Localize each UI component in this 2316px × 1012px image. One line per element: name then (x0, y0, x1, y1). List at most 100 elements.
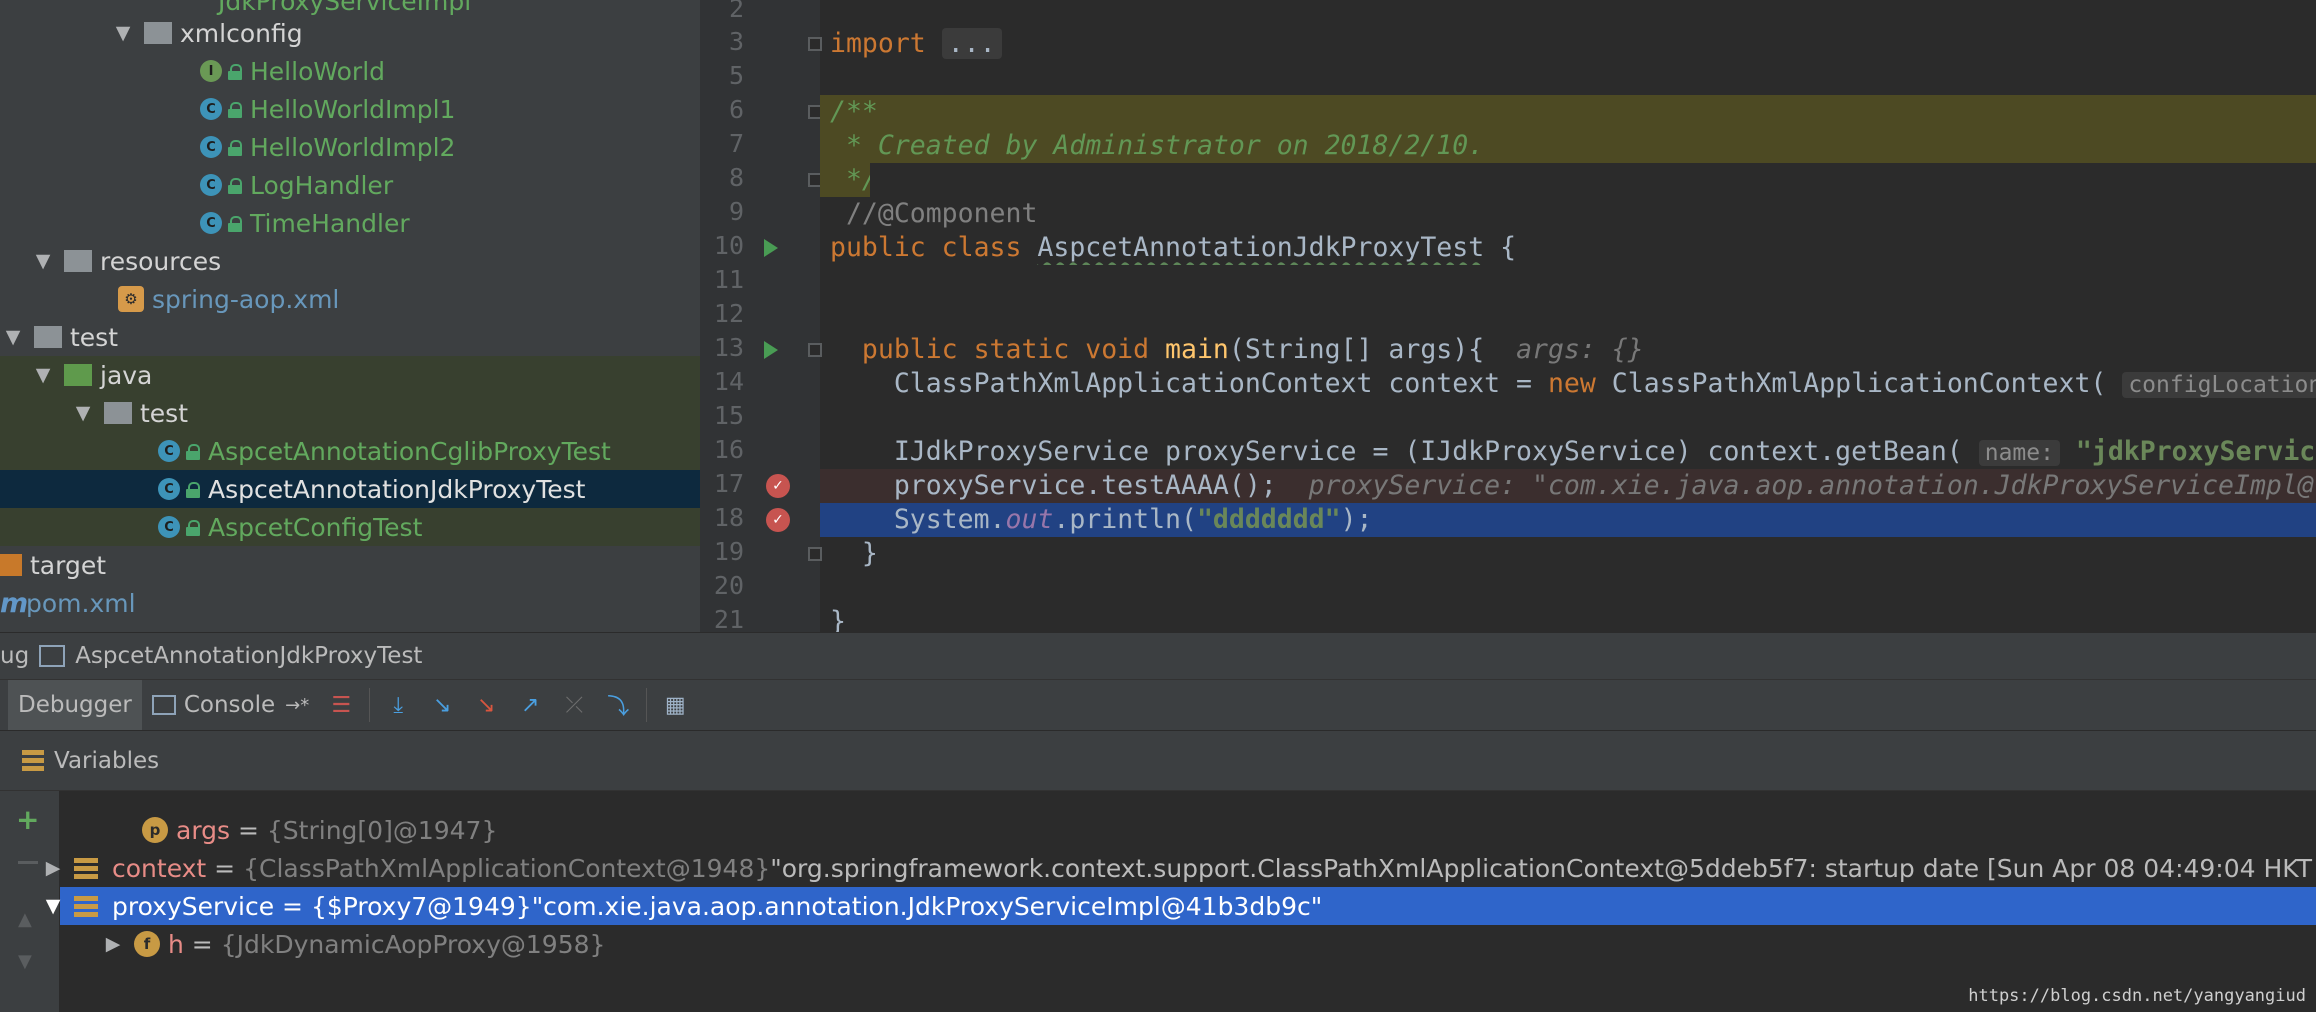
tree-folder-java[interactable]: ▼ java (0, 356, 700, 394)
code-line-breakpoint[interactable]: proxyService.testAAAA(); proxyService: "… (820, 469, 2316, 503)
code-line[interactable]: public class AspcetAnnotationJdkProxyTes… (820, 231, 2316, 265)
code-line[interactable]: */ (820, 163, 870, 197)
tree-item-label: AspcetAnnotationCglibProxyTest (208, 436, 611, 466)
breakpoint-icon[interactable]: ✓ (766, 508, 790, 532)
chevron-right-icon[interactable]: ▶ (40, 857, 66, 879)
tree-folder-xmlconfig[interactable]: ▼ xmlconfig (0, 14, 700, 52)
drop-frame-icon[interactable]: ⤫ (552, 683, 596, 727)
watermark: https://blog.csdn.net/yangyangiud (1968, 986, 2306, 1006)
line-number: 2 (728, 0, 744, 23)
tree-item-helloworldimpl2[interactable]: C HelloWorldImpl2 (0, 128, 700, 166)
remove-watch-icon[interactable] (18, 861, 38, 864)
tree-item-loghandler[interactable]: C LogHandler (0, 166, 700, 204)
chevron-right-icon[interactable]: ▶ (100, 933, 126, 955)
doc-comment: * Created by Administrator on 2018/2/10. (830, 130, 1485, 161)
lock-icon (186, 518, 200, 536)
tree-item-jdk-test[interactable]: C AspcetAnnotationJdkProxyTest (0, 470, 700, 508)
tree-item-label: java (100, 360, 153, 390)
toolbar-separator (646, 688, 648, 722)
code-line[interactable]: * Created by Administrator on 2018/2/10. (820, 129, 2316, 163)
tree-item-label: xmlconfig (180, 18, 303, 48)
variable-name: context (112, 853, 207, 883)
variables-title: Variables (54, 747, 160, 774)
code-line-current-execution[interactable]: System.out.println("ddddddd"); (820, 503, 2316, 537)
string-literal: "jdkProxyService (2059, 436, 2316, 467)
tree-item-helloworld[interactable]: I HelloWorld (0, 52, 700, 90)
code-line[interactable]: IJdkProxyService proxyService = (IJdkPro… (820, 435, 2316, 469)
toolbar-separator (369, 688, 371, 722)
tree-item-cglib-test[interactable]: C AspcetAnnotationCglibProxyTest (0, 432, 700, 470)
chevron-down-icon[interactable]: ▼ (30, 364, 56, 386)
parameter-hint: name: (1978, 440, 2060, 466)
code-line[interactable]: import ... (820, 27, 2316, 61)
spring-xml-icon: ⚙ (118, 286, 144, 312)
tree-item-label: target (30, 550, 107, 580)
run-gutter-icon[interactable] (764, 341, 778, 359)
chevron-down-icon[interactable]: ▼ (30, 250, 56, 272)
tab-console[interactable]: Console →* (142, 680, 319, 730)
tree-item-pom[interactable]: m pom.xml (0, 584, 700, 622)
test-sources-folder-icon (64, 364, 92, 386)
run-to-cursor-icon[interactable]: ⤵ (596, 683, 640, 727)
variable-row-context[interactable]: ▶ context = {ClassPathXmlApplicationCont… (46, 849, 2316, 887)
line-number: 15 (713, 401, 744, 430)
new-watch-icon[interactable]: + (16, 803, 39, 836)
show-execution-point-icon[interactable]: ☰ (319, 683, 363, 727)
code-line[interactable]: /** (820, 95, 2316, 129)
step-into-icon[interactable]: ↘ (420, 683, 464, 727)
interface-icon: I (200, 60, 222, 82)
comment: //@Component (830, 198, 1038, 229)
step-over-icon[interactable]: ⤓ (376, 683, 420, 727)
tree-item-timehandler[interactable]: C TimeHandler (0, 204, 700, 242)
debug-session-tab[interactable]: AspcetAnnotationJdkProxyTest (75, 643, 422, 669)
code-line[interactable]: //@Component (820, 197, 2316, 231)
variable-name: proxyService (112, 891, 275, 921)
line-number: 16 (713, 435, 744, 464)
chevron-down-icon[interactable]: ▼ (70, 402, 96, 424)
code-line[interactable]: } (820, 537, 2316, 571)
parameter-icon: p (142, 817, 168, 843)
step-out-icon[interactable]: ↗ (508, 683, 552, 727)
editor-gutter: 2 3 5 6 7 8 9 10 11 12 13 14 15 16 17 18… (700, 0, 822, 632)
tree-folder-test[interactable]: ▼ test (0, 318, 700, 356)
field-list-icon (74, 857, 104, 879)
variable-type: {ClassPathXmlApplicationContext@1948} (243, 853, 771, 883)
lock-icon (186, 480, 200, 498)
move-down-icon[interactable]: ▼ (18, 951, 32, 972)
chevron-down-icon[interactable]: ▼ (40, 895, 66, 917)
class-icon: C (200, 136, 222, 158)
restore-layout-icon[interactable]: →* (285, 695, 309, 716)
code-text: ClassPathXmlApplicationContext( (1595, 368, 2123, 399)
tree-item-helloworldimpl1[interactable]: C HelloWorldImpl1 (0, 90, 700, 128)
variable-row-args[interactable]: ▶ p args = {String[0]@1947} (60, 811, 2316, 849)
tree-item-config-test[interactable]: C AspcetConfigTest (0, 508, 700, 546)
run-gutter-icon[interactable] (764, 239, 778, 257)
code-line[interactable]: ClassPathXmlApplicationContext context =… (820, 367, 2316, 401)
code-editor[interactable]: 2 3 5 6 7 8 9 10 11 12 13 14 15 16 17 18… (700, 0, 2316, 632)
code-line[interactable]: } (820, 605, 2316, 632)
tab-debugger[interactable]: Debugger (8, 680, 142, 730)
folded-imports[interactable]: ... (941, 28, 1002, 59)
lock-icon (228, 214, 242, 232)
tree-folder-test-package[interactable]: ▼ test (0, 394, 700, 432)
tree-folder-resources[interactable]: ▼ resources (0, 242, 700, 280)
code-text: (String[] args){ (1228, 334, 1517, 365)
breakpoint-icon[interactable]: ✓ (766, 474, 790, 498)
lock-icon (228, 176, 242, 194)
tree-item-label: TimeHandler (250, 208, 410, 238)
force-step-into-icon[interactable]: ↘ (464, 683, 508, 727)
code-text: .println( (1053, 504, 1197, 535)
tree-item-spring-aop[interactable]: ⚙ spring-aop.xml (0, 280, 700, 318)
line-number: 19 (713, 537, 744, 566)
inline-debug-value: proxyService: "com.xie.java.aop.annotati… (1308, 470, 2314, 501)
variable-row-proxyservice[interactable]: ▼ proxyService = {$Proxy7@1949} "com.xie… (46, 887, 2316, 925)
code-line[interactable]: public static void main(String[] args){ … (820, 333, 2316, 367)
tree-folder-target[interactable]: target (0, 546, 700, 584)
move-up-icon[interactable]: ▲ (18, 909, 32, 930)
chevron-down-icon[interactable]: ▼ (110, 22, 136, 44)
evaluate-expression-icon[interactable]: ▦ (653, 683, 697, 727)
variable-row-h[interactable]: ▶ f h = {JdkDynamicAopProxy@1958} (60, 925, 2316, 963)
chevron-down-icon[interactable]: ▼ (0, 326, 26, 348)
variable-equals: = (206, 853, 244, 883)
tree-item-label: resources (100, 246, 222, 276)
